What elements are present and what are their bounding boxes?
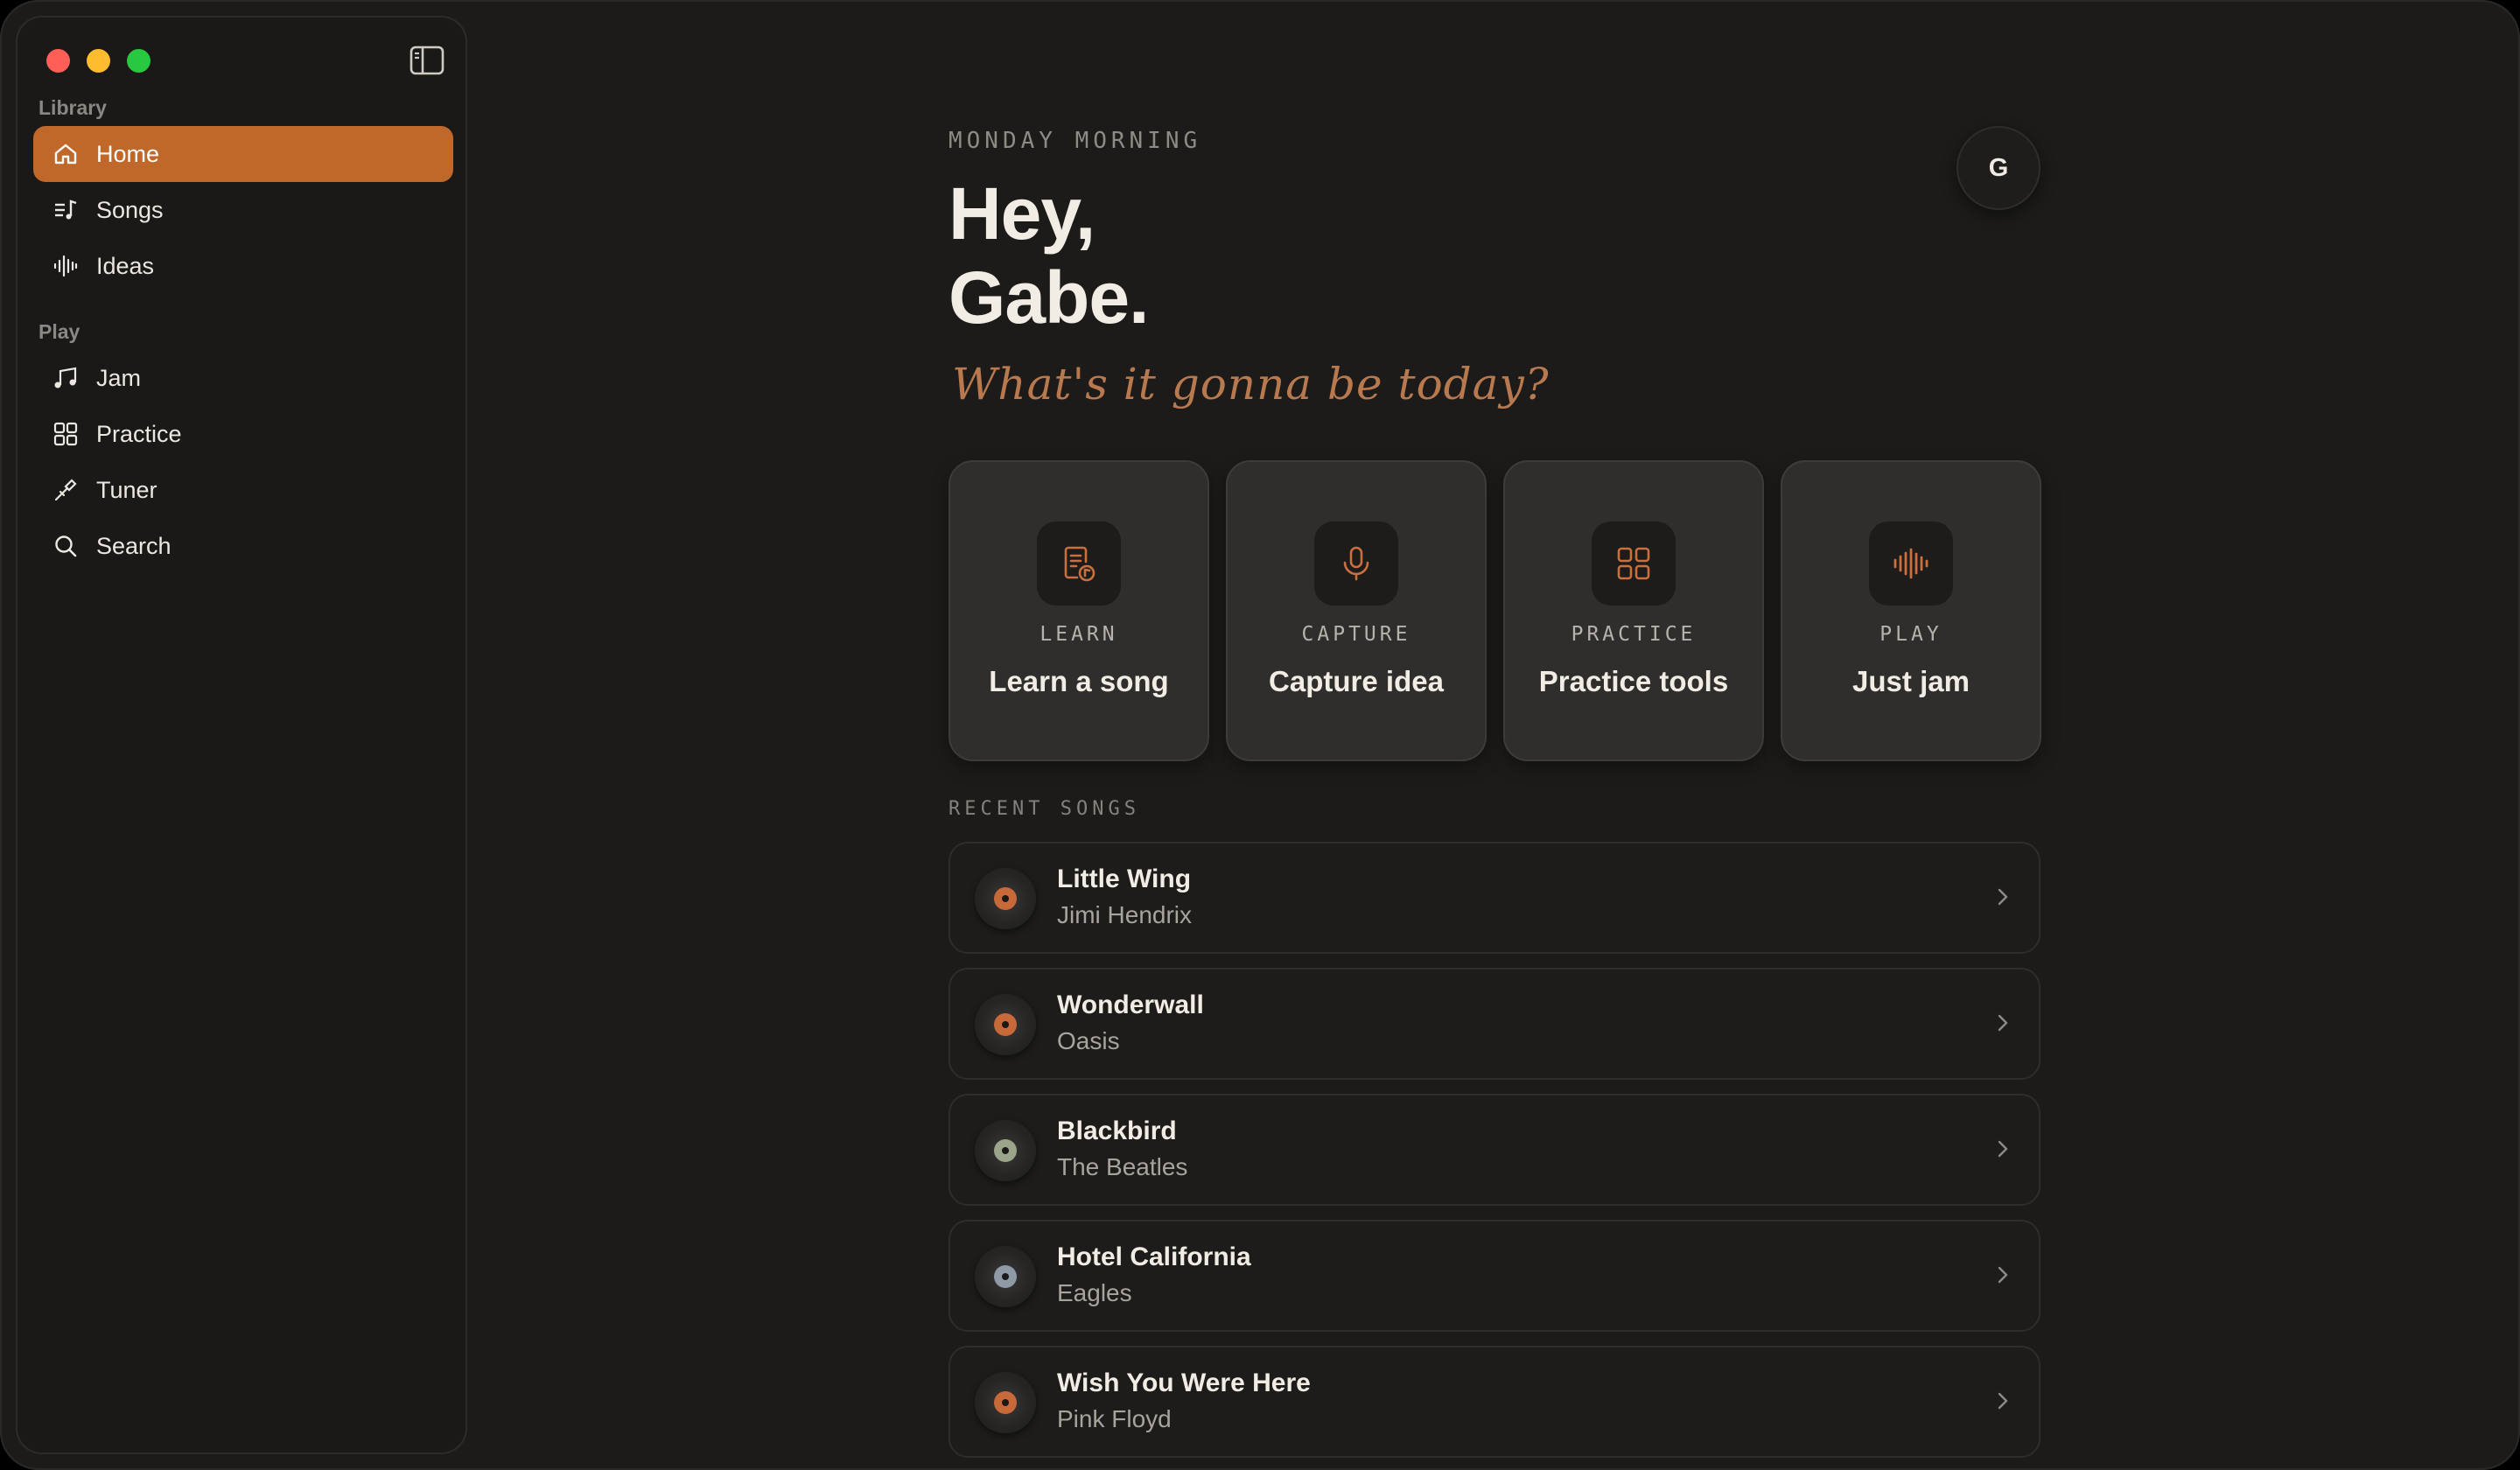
waveform-icon [1869,522,1953,606]
grid-icon [52,421,79,447]
app-window: Library Home Songs Ideas Play Jam Practi… [0,0,2520,1470]
song-title: Blackbird [1057,1116,1177,1145]
song-artist: Eagles [1057,1279,1132,1306]
capture-idea-card[interactable]: CAPTURE Capture idea [1226,460,1487,761]
song-title: Hotel California [1057,1242,1251,1271]
sidebar-item-label: Ideas [96,252,155,279]
sidebar-item-label: Home [96,140,160,167]
greeting-title: Hey, Gabe. [948,172,1149,340]
minimize-window-button[interactable] [87,49,110,73]
sidebar-item-jam[interactable]: Jam [33,350,453,406]
user-avatar[interactable]: G [1956,126,2040,210]
close-window-button[interactable] [46,49,70,73]
songs-icon [52,197,79,223]
waveform-icon [52,253,79,279]
practice-tools-card[interactable]: PRACTICE Practice tools [1503,460,1764,761]
just-jam-card[interactable]: PLAY Just jam [1781,460,2041,761]
song-title: Wish You Were Here [1057,1368,1311,1397]
song-row[interactable]: Wonderwall Oasis [948,968,2040,1080]
card-kicker: CAPTURE [1301,623,1411,646]
sidebar-item-label: Songs [96,196,164,223]
song-artist: Jimi Hendrix [1057,901,1193,928]
song-row[interactable]: Little Wing Jimi Hendrix [948,842,2040,954]
song-artist: The Beatles [1057,1153,1188,1180]
card-title: Capture idea [1269,665,1444,697]
sidebar-item-label: Search [96,532,172,559]
grid-icon [1592,522,1676,606]
home-icon [52,141,79,167]
sidebar-item-practice[interactable]: Practice [33,406,453,462]
song-row[interactable]: Blackbird The Beatles [948,1094,2040,1206]
vinyl-icon [975,994,1036,1055]
vinyl-icon [975,1372,1036,1433]
sidebar-item-ideas[interactable]: Ideas [33,238,453,294]
section-label-play: Play [38,320,80,343]
chevron-right-icon [1998,1392,2008,1410]
sidebar-item-home[interactable]: Home [33,126,453,182]
sidebar-item-search[interactable]: Search [33,518,453,574]
song-artist: Oasis [1057,1027,1120,1054]
section-label-library: Library [38,96,107,119]
chevron-right-icon [1998,1014,2008,1032]
card-title: Just jam [1852,665,1970,697]
chevron-right-icon [1998,1140,2008,1158]
chevron-right-icon [1998,1266,2008,1284]
chevron-right-icon [1998,888,2008,906]
zoom-window-button[interactable] [127,49,150,73]
vinyl-icon [975,1120,1036,1181]
card-kicker: PRACTICE [1571,623,1697,646]
sidebar-item-tuner[interactable]: Tuner [33,462,453,518]
song-row[interactable]: Wish You Were Here Pink Floyd [948,1346,2040,1458]
song-row[interactable]: Hotel California Eagles [948,1220,2040,1332]
greeting-line-1: Hey, [948,172,1096,255]
song-title: Little Wing [1057,864,1192,893]
vinyl-icon [975,1246,1036,1307]
time-of-day-label: MONDAY MORNING [948,128,1202,154]
card-kicker: LEARN [1040,623,1118,646]
microphone-icon [1314,522,1398,606]
sidebar: Library Home Songs Ideas Play Jam Practi… [16,16,467,1454]
card-title: Learn a song [989,665,1169,697]
card-kicker: PLAY [1880,623,1942,646]
vinyl-icon [975,868,1036,929]
song-title: Wonderwall [1057,990,1204,1019]
sidebar-item-label: Practice [96,420,182,447]
greeting-line-2: Gabe. [948,256,1149,339]
learn-song-card[interactable]: LEARN Learn a song [948,460,1209,761]
sidebar-item-label: Tuner [96,476,158,503]
sidebar-item-songs[interactable]: Songs [33,182,453,238]
recent-songs-label: RECENT SONGS [948,798,1140,820]
sidebar-item-label: Jam [96,364,142,391]
tuner-icon [52,477,79,503]
sidebar-toggle-icon[interactable] [410,46,444,75]
card-title: Practice tools [1538,665,1729,697]
music-notes-icon [52,365,79,391]
search-icon [52,533,79,559]
tagline: What's it gonna be today? [952,359,1550,410]
song-artist: Pink Floyd [1057,1405,1172,1432]
learn-song-icon [1037,522,1121,606]
